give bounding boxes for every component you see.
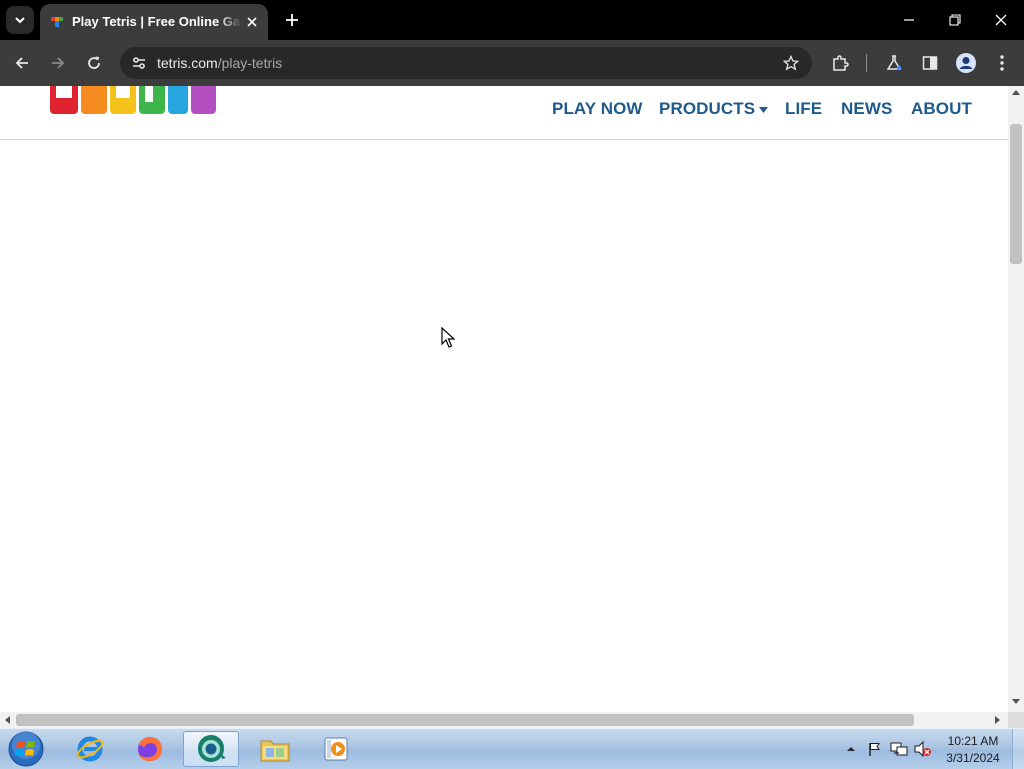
taskbar-chrome[interactable] bbox=[183, 731, 239, 767]
arrow-left-icon bbox=[15, 57, 28, 69]
nav-life[interactable]: LIFE bbox=[785, 99, 822, 119]
firefox-icon bbox=[138, 737, 162, 761]
extensions-button[interactable] bbox=[828, 51, 852, 75]
close-icon bbox=[247, 17, 257, 27]
caret-down-icon bbox=[759, 106, 769, 113]
folder-icon bbox=[260, 740, 290, 762]
side-panel-button[interactable] bbox=[918, 51, 942, 75]
tray-volume[interactable] bbox=[914, 740, 932, 758]
restore-button[interactable] bbox=[939, 6, 971, 34]
plus-icon bbox=[286, 14, 298, 26]
chevron-up-icon bbox=[847, 747, 855, 751]
puzzle-icon bbox=[833, 55, 849, 71]
tab-close-button[interactable] bbox=[242, 12, 262, 32]
nav-play-now[interactable]: PLAY NOW bbox=[552, 99, 643, 119]
taskbar-media-player[interactable] bbox=[308, 731, 364, 767]
nav-about[interactable]: ABOUT bbox=[911, 99, 972, 119]
more-vert-icon bbox=[1000, 55, 1004, 71]
star-icon bbox=[783, 55, 799, 71]
labs-button[interactable] bbox=[882, 51, 906, 75]
tab-title: Play Tetris | Free Online Game | bbox=[72, 14, 242, 29]
close-window-button[interactable] bbox=[985, 6, 1017, 34]
tray-action-center[interactable] bbox=[866, 740, 884, 758]
url-path: /play-tetris bbox=[217, 55, 283, 71]
flask-icon bbox=[886, 55, 902, 71]
tab-search-button[interactable] bbox=[6, 6, 34, 34]
vertical-scrollbar[interactable] bbox=[1008, 86, 1024, 712]
windows-taskbar: 10:21 AM 3/31/2024 bbox=[0, 728, 1024, 769]
chrome-icon bbox=[197, 734, 226, 762]
taskbar-internet-explorer[interactable] bbox=[62, 731, 118, 767]
address-url[interactable]: tetris.com/play-tetris bbox=[157, 55, 282, 71]
site-info-button[interactable] bbox=[128, 52, 150, 74]
back-button[interactable] bbox=[10, 51, 34, 75]
game-area[interactable] bbox=[0, 140, 1008, 712]
scroll-left-arrow-icon[interactable] bbox=[5, 716, 10, 724]
avatar-icon bbox=[956, 53, 976, 73]
site-header: PLAY NOW PRODUCTS LIFE NEWS ABOUT bbox=[0, 86, 1008, 140]
system-clock[interactable]: 10:21 AM 3/31/2024 bbox=[940, 733, 1006, 767]
horizontal-scroll-thumb[interactable] bbox=[16, 714, 914, 726]
clock-date: 3/31/2024 bbox=[946, 751, 1000, 765]
clock-time: 10:21 AM bbox=[947, 734, 999, 748]
browser-tab-active[interactable]: Play Tetris | Free Online Game | bbox=[40, 4, 268, 40]
profile-button[interactable] bbox=[954, 51, 978, 75]
internet-explorer-icon bbox=[76, 736, 104, 762]
chevron-down-icon bbox=[15, 17, 25, 24]
volume-muted-icon bbox=[914, 741, 931, 757]
minimize-icon bbox=[904, 19, 914, 21]
vertical-scroll-thumb[interactable] bbox=[1010, 124, 1022, 264]
arrow-right-icon bbox=[52, 57, 65, 69]
taskbar-firefox[interactable] bbox=[122, 731, 178, 767]
flag-icon bbox=[869, 743, 880, 756]
page-viewport: PLAY NOW PRODUCTS LIFE NEWS ABOUT bbox=[0, 86, 1008, 712]
tray-show-hidden-button[interactable] bbox=[842, 740, 860, 758]
scroll-up-arrow-icon[interactable] bbox=[1012, 90, 1020, 95]
start-button[interactable] bbox=[5, 730, 47, 768]
minimize-button[interactable] bbox=[893, 6, 925, 34]
bookmark-button[interactable] bbox=[780, 52, 802, 74]
media-player-icon bbox=[324, 737, 348, 761]
restore-icon bbox=[949, 14, 961, 26]
nav-products[interactable]: PRODUCTS bbox=[659, 99, 769, 119]
horizontal-scrollbar[interactable] bbox=[0, 712, 1008, 728]
reload-button[interactable] bbox=[82, 51, 106, 75]
tune-icon bbox=[133, 57, 145, 69]
show-desktop-button[interactable] bbox=[1012, 729, 1024, 769]
tetris-logo[interactable] bbox=[50, 86, 216, 116]
scroll-right-arrow-icon[interactable] bbox=[995, 716, 1000, 724]
chrome-menu-button[interactable] bbox=[990, 51, 1014, 75]
close-icon bbox=[995, 14, 1007, 26]
mouse-cursor-icon bbox=[441, 327, 455, 348]
browser-tabstrip: Play Tetris | Free Online Game | bbox=[0, 0, 1024, 40]
nav-news[interactable]: NEWS bbox=[841, 99, 892, 119]
toolbar-divider bbox=[866, 54, 867, 72]
address-bar[interactable]: tetris.com/play-tetris bbox=[120, 47, 812, 79]
tray-network[interactable] bbox=[890, 740, 908, 758]
taskbar-file-explorer[interactable] bbox=[247, 731, 303, 767]
network-icon bbox=[890, 742, 908, 756]
forward-button[interactable] bbox=[46, 51, 70, 75]
reload-icon bbox=[88, 56, 100, 69]
scroll-down-arrow-icon[interactable] bbox=[1012, 699, 1020, 704]
scrollbar-corner bbox=[1008, 712, 1024, 728]
url-host: tetris.com bbox=[157, 55, 218, 71]
new-tab-button[interactable] bbox=[280, 8, 304, 32]
nav-products-label: PRODUCTS bbox=[659, 99, 756, 118]
browser-toolbar: tetris.com/play-tetris bbox=[0, 40, 1024, 86]
side-panel-icon bbox=[922, 56, 938, 70]
tetris-favicon-icon bbox=[51, 17, 63, 27]
